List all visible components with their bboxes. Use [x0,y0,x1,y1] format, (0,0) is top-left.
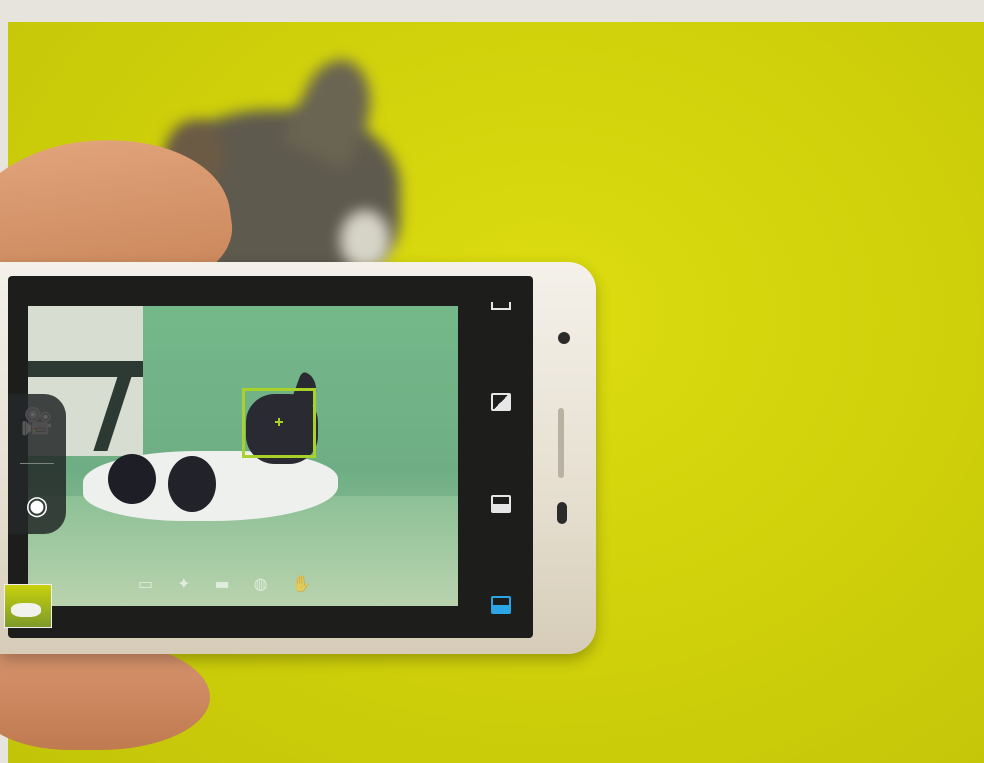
focus-crosshair [278,418,280,426]
photo-scene: ▭ ✦ ▬ ◍ ✋ 🎥 ◉ [0,0,984,763]
phone-sensor [557,502,567,524]
filter-icon[interactable] [491,393,511,412]
camera-sidebar [466,298,536,638]
scene-icon[interactable] [491,494,511,513]
gallery-thumbnail[interactable] [4,584,52,628]
collapse-icon[interactable] [491,302,511,310]
mode-divider [20,463,54,465]
camera-viewfinder[interactable]: ▭ ✦ ▬ ◍ ✋ [28,306,458,606]
toolbar-icon[interactable]: ✦ [177,574,190,593]
phone-screen-bezel: ▭ ✦ ▬ ◍ ✋ [8,276,533,638]
toolbar-icon[interactable]: ▬ [215,574,230,593]
smartphone: ▭ ✦ ▬ ◍ ✋ 🎥 ◉ [0,262,596,654]
mode-icon[interactable] [491,595,511,614]
front-camera [558,332,570,344]
toolbar-icon[interactable]: ▭ [138,574,153,593]
viewfinder-toolbar: ▭ ✦ ▬ ◍ ✋ [138,574,312,593]
shutter-icon[interactable]: ◉ [26,491,49,521]
capture-mode-pill: 🎥 ◉ [8,394,66,534]
thumbnail-cat [11,603,41,617]
focus-box [242,388,316,458]
blurred-cat-chin [340,210,390,270]
toolbar-icon[interactable]: ◍ [254,574,268,593]
viewfinder-cat-spot [168,456,216,512]
viewfinder-cat-spot [108,454,156,504]
phone-earpiece [558,408,564,478]
video-camera-icon[interactable]: 🎥 [21,407,53,437]
toolbar-icon[interactable]: ✋ [292,574,312,593]
